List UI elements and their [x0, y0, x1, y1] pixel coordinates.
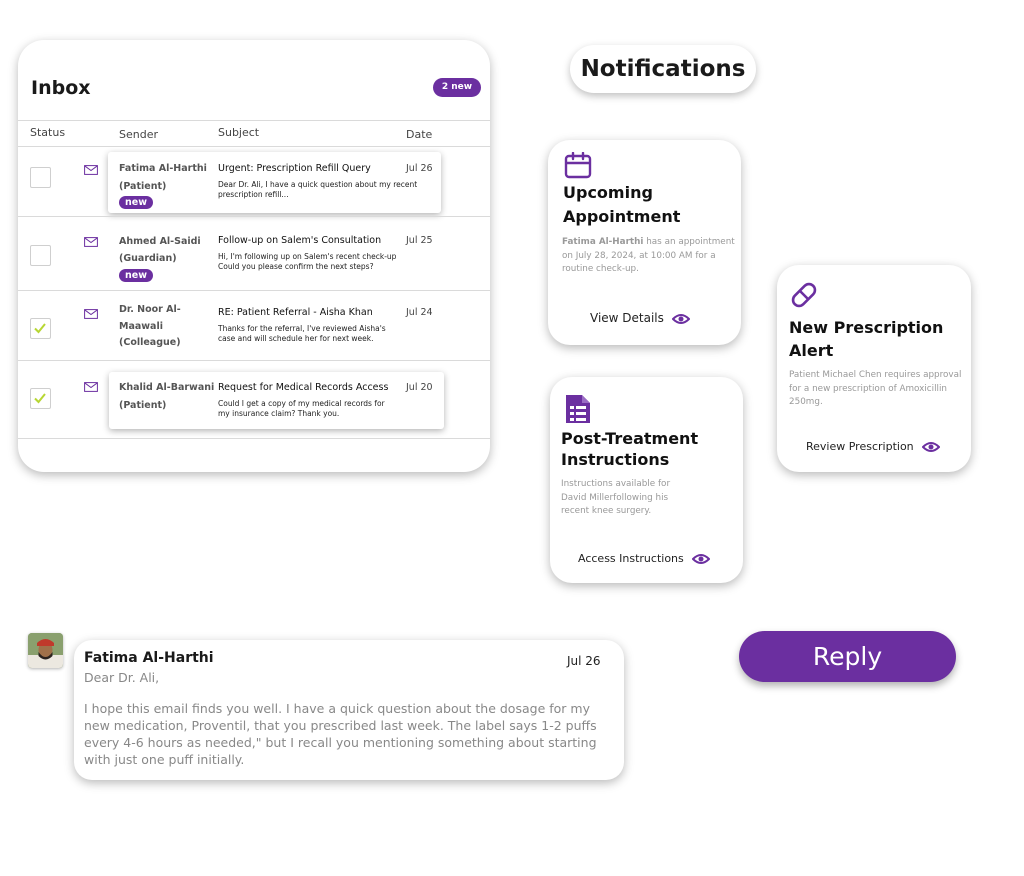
column-header-status[interactable]: Status: [30, 126, 65, 139]
action-label: Access Instructions: [578, 552, 684, 565]
notification-body: Fatima Al-Harthi has an appointment on J…: [562, 236, 740, 277]
row-checkbox[interactable]: [30, 167, 51, 188]
new-badge: new: [119, 269, 153, 282]
mail-icon: [84, 237, 98, 247]
preview-text: Could I get a copy of my medical records…: [218, 399, 385, 418]
eye-icon: [921, 442, 940, 452]
inbox-panel: Inbox 2 new Status Sender Subject Date F…: [18, 40, 490, 472]
checkmark-icon: [34, 323, 46, 334]
sender-role: (Patient): [119, 400, 167, 411]
eye-icon: [671, 313, 690, 324]
mail-icon: [84, 309, 98, 319]
subject-text: Follow-up on Salem's Consultation: [218, 235, 382, 246]
notification-card-prescription[interactable]: New Prescription Alert Patient Michael C…: [777, 265, 971, 472]
date-text: Jul 25: [406, 235, 433, 246]
table-row[interactable]: Fatima Al-Harthi (Patient) new Urgent: P…: [18, 146, 490, 216]
notification-body: Patient Michael Chen requires approval f…: [789, 370, 962, 407]
eye-icon: [691, 554, 710, 564]
sender-role: (Guardian): [119, 253, 177, 264]
notification-title: New Prescription Alert: [789, 318, 944, 360]
action-label: View Details: [590, 311, 664, 325]
avatar[interactable]: [28, 633, 63, 668]
view-details-link[interactable]: View Details: [590, 311, 690, 325]
preview-text: Hi, I'm following up on Salem's recent c…: [218, 252, 397, 271]
sender-name: Dr. Noor Al-Maawali: [119, 304, 181, 332]
subject-text: Urgent: Prescription Refill Query: [218, 163, 371, 174]
mail-icon: [84, 382, 98, 392]
date-text: Jul 26: [406, 163, 433, 174]
checkmark-icon: [34, 393, 46, 404]
avatar-image: [28, 633, 63, 668]
table-row[interactable]: Khalid Al-Barwani (Patient) Request for …: [18, 361, 490, 441]
email-body: I hope this email finds you well. I have…: [84, 701, 597, 767]
sender-name: Khalid Al-Barwani: [119, 382, 215, 393]
table-row[interactable]: Ahmed Al-Saidi (Guardian) new Follow-up …: [18, 217, 490, 290]
access-instructions-link[interactable]: Access Instructions: [578, 552, 710, 565]
new-count-badge: 2 new: [433, 78, 481, 97]
sender-role: (Colleague): [119, 337, 181, 348]
action-label: Review Prescription: [806, 440, 914, 453]
column-header-date[interactable]: Date: [406, 128, 432, 141]
notification-title: Upcoming Appointment: [563, 183, 681, 226]
notification-card-instructions[interactable]: Post-Treatment Instructions Instructions…: [550, 377, 743, 583]
row-checkbox-checked[interactable]: [30, 388, 51, 409]
subject-text: Request for Medical Records Access: [218, 382, 389, 393]
column-header-sender[interactable]: Sender: [119, 128, 158, 141]
email-date: Jul 26: [567, 654, 601, 668]
notification-title: Post-Treatment Instructions: [561, 429, 699, 469]
sender-role: (Patient): [119, 181, 167, 192]
date-text: Jul 20: [406, 382, 433, 393]
subject-text: RE: Patient Referral - Aisha Khan: [218, 307, 373, 318]
notifications-heading: Notifications: [570, 45, 756, 93]
column-header-subject[interactable]: Subject: [218, 126, 259, 139]
document-icon: [566, 395, 590, 423]
new-badge: new: [119, 196, 153, 209]
row-checkbox[interactable]: [30, 245, 51, 266]
preview-text: Dear Dr. Ali, I have a quick question ab…: [218, 180, 418, 199]
date-text: Jul 24: [406, 307, 433, 318]
sender-name: Fatima Al-Harthi: [119, 163, 207, 174]
review-prescription-link[interactable]: Review Prescription: [806, 440, 940, 453]
email-sender-name: Fatima Al-Harthi: [84, 650, 214, 666]
row-checkbox-checked[interactable]: [30, 318, 51, 339]
mail-icon: [84, 165, 98, 175]
divider: [18, 120, 490, 121]
divider: [18, 438, 490, 439]
notification-body: Instructions available for David Millerf…: [561, 479, 671, 516]
calendar-icon: [564, 152, 592, 179]
email-preview-card[interactable]: Fatima Al-Harthi Jul 26 Dear Dr. Ali, I …: [74, 640, 624, 780]
notification-card-appointment[interactable]: Upcoming Appointment Fatima Al-Harthi ha…: [548, 140, 741, 345]
pill-icon: [791, 282, 817, 308]
email-greeting: Dear Dr. Ali,: [84, 670, 160, 685]
preview-text: Thanks for the referral, I've reviewed A…: [218, 324, 386, 343]
reply-button[interactable]: Reply: [739, 631, 956, 682]
patient-name: Fatima Al-Harthi: [562, 237, 644, 247]
sender-name: Ahmed Al-Saidi: [119, 236, 201, 247]
inbox-title: Inbox: [31, 77, 91, 99]
table-row[interactable]: Dr. Noor Al-Maawali (Colleague) RE: Pati…: [18, 291, 490, 360]
